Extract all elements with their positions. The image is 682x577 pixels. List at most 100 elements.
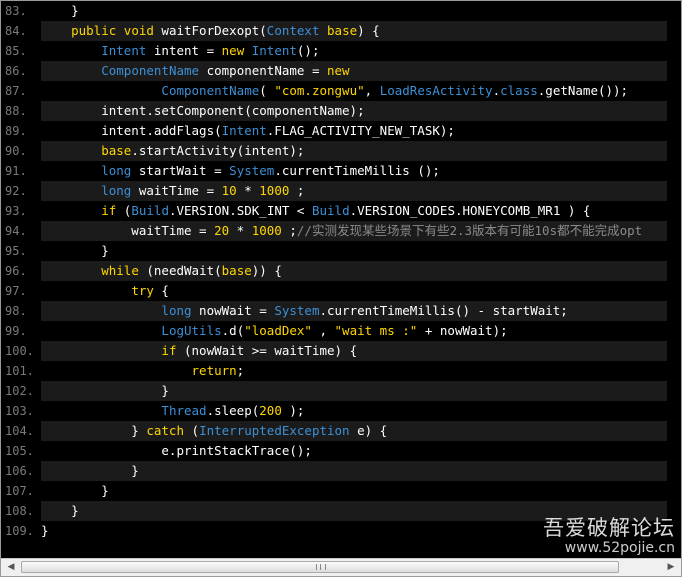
line-number: 105.	[1, 441, 35, 461]
code-line: 106. }	[1, 461, 681, 481]
line-number: 91.	[1, 161, 35, 181]
code-token: );	[281, 403, 305, 418]
code-line: 88. intent.setComponent(componentName);	[1, 101, 681, 121]
code-token: if	[101, 203, 117, 218]
code-token: (	[259, 83, 275, 98]
code-text: Intent intent = new Intent();	[41, 41, 667, 61]
code-token: base	[221, 263, 252, 278]
code-token: }	[41, 483, 109, 498]
line-number: 95.	[1, 241, 35, 261]
code-token: }	[41, 243, 109, 258]
code-viewer: 83. } 84. public void waitForDexopt(Conte…	[0, 0, 682, 577]
code-token: + nowWait);	[417, 323, 508, 338]
code-token: .currentTimeMillis() - startWait;	[319, 303, 568, 318]
code-token: intent.setComponent(componentName);	[41, 103, 365, 118]
code-token: nowWait =	[191, 303, 275, 318]
code-token: intent =	[146, 43, 222, 58]
code-token: Intent	[251, 43, 297, 58]
code-token: ,	[364, 83, 380, 98]
code-token: System	[274, 303, 320, 318]
code-line: 87. ComponentName( "com.zongwu", LoadRes…	[1, 81, 681, 101]
code-text: intent.setComponent(componentName);	[41, 101, 667, 121]
code-token: try	[131, 283, 154, 298]
code-text: long startWait = System.currentTimeMilli…	[41, 161, 667, 181]
code-token: long	[101, 163, 132, 178]
line-number: 93.	[1, 201, 35, 221]
code-token: waitTime =	[41, 223, 215, 238]
code-line: 90. base.startActivity(intent);	[1, 141, 681, 161]
line-number: 90.	[1, 141, 35, 161]
code-token: }	[41, 3, 79, 18]
code-line: 86. ComponentName componentName = new	[1, 61, 681, 81]
code-token: .d(	[221, 323, 245, 338]
line-number: 83.	[1, 1, 35, 21]
scroll-right-arrow-icon[interactable]: ▶	[664, 561, 678, 574]
code-text: Thread.sleep(200 );	[41, 401, 667, 421]
code-token: e) {	[349, 423, 388, 438]
code-text: if (nowWait >= waitTime) {	[41, 341, 667, 361]
code-token: Intent	[221, 123, 267, 138]
code-text: public void waitForDexopt(Context base) …	[41, 21, 667, 41]
code-area[interactable]: 83. } 84. public void waitForDexopt(Conte…	[1, 1, 681, 558]
code-token: ;	[289, 183, 305, 198]
code-token: Intent	[101, 43, 147, 58]
code-line: 97. try {	[1, 281, 681, 301]
code-token: ComponentName	[101, 63, 200, 78]
code-line: 84. public void waitForDexopt(Context ba…	[1, 21, 681, 41]
code-text: }	[41, 381, 667, 401]
code-token: return	[191, 363, 237, 378]
code-token: (	[184, 423, 200, 438]
code-token: ();	[296, 43, 320, 58]
line-number: 100.	[1, 341, 35, 361]
line-number: 87.	[1, 81, 35, 101]
line-number: 106.	[1, 461, 35, 481]
code-token: }	[41, 523, 49, 538]
code-token: "wait ms :"	[334, 323, 418, 338]
line-number: 104.	[1, 421, 35, 441]
code-token: LogUtils	[161, 323, 222, 338]
code-token: 10	[221, 183, 237, 198]
code-token: 200	[259, 403, 282, 418]
code-text: ComponentName componentName = new	[41, 61, 667, 81]
code-token: .getName());	[537, 83, 629, 98]
code-text: intent.addFlags(Intent.FLAG_ACTIVITY_NEW…	[41, 121, 667, 141]
code-token: if	[161, 343, 177, 358]
code-line: 99. LogUtils.d("loadDex" , "wait ms :" +…	[1, 321, 681, 341]
code-token: class	[500, 83, 538, 98]
code-text: waitTime = 20 * 1000 ;//实测发现某些场景下有些2.3版本…	[41, 221, 667, 241]
line-number: 84.	[1, 21, 35, 41]
code-token: InterruptedException	[199, 423, 350, 438]
code-line: 100. if (nowWait >= waitTime) {	[1, 341, 681, 361]
watermark-title: 吾爱破解论坛	[543, 516, 675, 540]
scrollbar-thumb[interactable]	[21, 561, 619, 573]
line-number: 85.	[1, 41, 35, 61]
code-line: 95. }	[1, 241, 681, 261]
code-line: 103. Thread.sleep(200 );	[1, 401, 681, 421]
horizontal-scrollbar[interactable]: ◀ ▶	[1, 558, 681, 576]
code-token: .FLAG_ACTIVITY_NEW_TASK);	[266, 123, 455, 138]
code-text: e.printStackTrace();	[41, 441, 667, 461]
code-line: 83. }	[1, 1, 681, 21]
line-number: 102.	[1, 381, 35, 401]
code-text: base.startActivity(intent);	[41, 141, 667, 161]
code-line: 96. while (needWait(base)) {	[1, 261, 681, 281]
code-token: base	[327, 23, 358, 38]
code-text: ComponentName( "com.zongwu", LoadResActi…	[41, 81, 667, 101]
code-token: (	[116, 203, 132, 218]
scroll-left-arrow-icon[interactable]: ◀	[4, 561, 18, 574]
code-token: LoadResActivity	[379, 83, 493, 98]
code-token: }	[41, 423, 147, 438]
code-token: ;	[236, 363, 245, 378]
code-token: .VERSION.SDK_INT <	[168, 203, 312, 218]
code-token: waitTime =	[131, 183, 222, 198]
code-token: .	[492, 83, 501, 98]
